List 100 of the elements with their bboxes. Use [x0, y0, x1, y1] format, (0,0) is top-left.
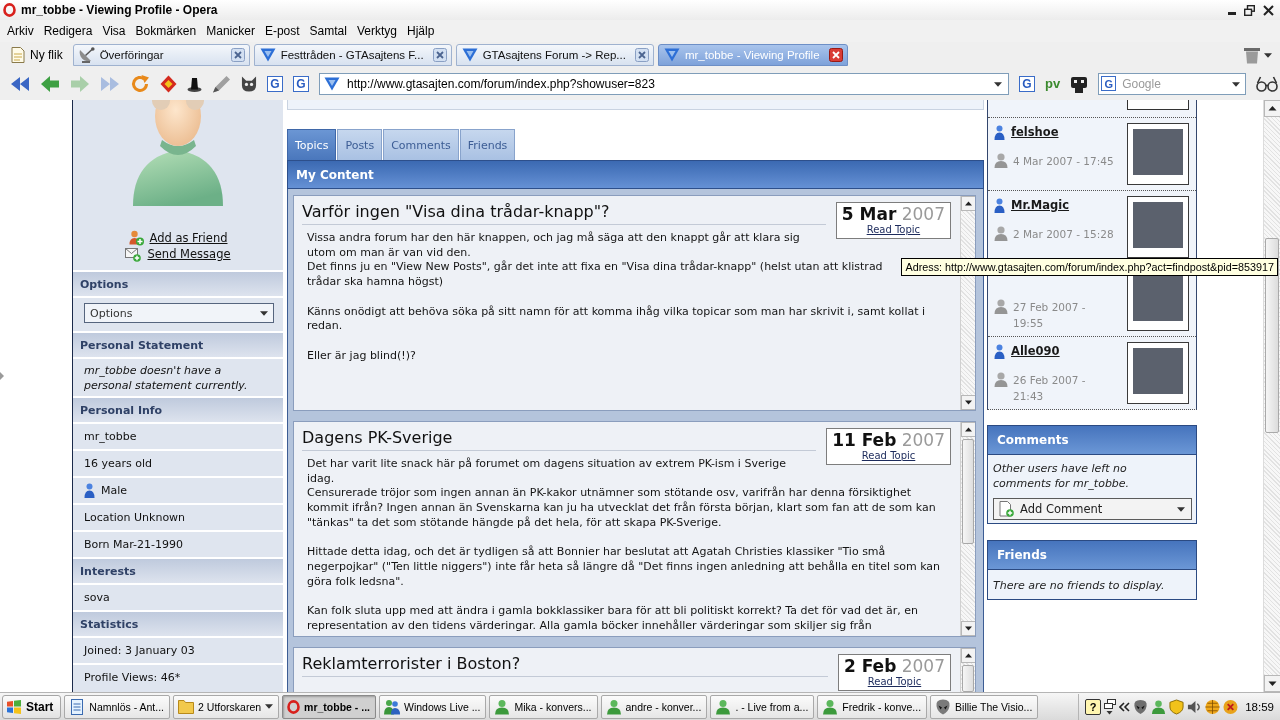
section-header: Personal Info — [73, 396, 283, 422]
shield-icon[interactable] — [1169, 698, 1185, 715]
address-field[interactable]: http://www.gtasajten.com/forum/index.php?showuser=823 — [319, 73, 1009, 95]
menu-item[interactable]: Bokmärken — [130, 22, 202, 40]
scroll-down-button[interactable] — [1264, 675, 1280, 692]
panel-header: Friends — [988, 541, 1196, 570]
pencil-icon[interactable] — [212, 75, 231, 93]
add-person-icon — [128, 230, 144, 246]
menu-item[interactable]: E-post — [259, 22, 305, 40]
satellite-dish-icon — [78, 47, 95, 63]
profile-link[interactable]: Send Message — [125, 246, 231, 262]
menu-item[interactable]: Samtal — [304, 22, 352, 40]
person-icon — [84, 483, 95, 498]
globe-icon[interactable] — [1205, 698, 1221, 715]
start-button[interactable]: Start — [2, 694, 62, 719]
menu-item[interactable]: Arkiv — [2, 22, 39, 40]
read-topic-link[interactable]: Read Topic — [843, 676, 945, 688]
content-tab[interactable]: Topics — [287, 129, 337, 160]
taskbar-button[interactable]: Windows Live ... — [379, 694, 487, 719]
read-topic-link[interactable]: Read Topic — [832, 450, 945, 462]
scroll-up-button[interactable] — [961, 422, 975, 437]
diamond-icon[interactable] — [160, 75, 177, 93]
menu-item[interactable]: Redigera — [38, 22, 98, 40]
menu-item[interactable]: Verktyg — [351, 22, 402, 40]
scroll-up-button[interactable] — [961, 648, 975, 663]
folder-icon — [178, 698, 195, 715]
warning-icon[interactable] — [1223, 698, 1239, 715]
toolbar-button[interactable]: G — [1019, 76, 1035, 92]
link-tooltip: Adress: http://www.gtasajten.com/forum/index.php?act=findpost&pid=853917 — [901, 258, 1278, 276]
toolbar-button[interactable]: pv — [1045, 76, 1061, 92]
profile-link[interactable]: Add as Friend — [128, 230, 228, 246]
post-text: Det har varit lite snack här på forumet om dagens situation av extrem PK-ism i Sverige idag. — [307, 457, 787, 486]
user-link[interactable]: Alle090 — [1011, 344, 1060, 358]
visit-date: 2 Mar 2007 - 15:28 — [1013, 227, 1115, 242]
panel-toggle-icon[interactable] — [0, 372, 4, 380]
person-icon — [994, 372, 1008, 387]
menu-item[interactable]: Visa — [97, 22, 131, 40]
menu-item[interactable]: Manicker — [201, 22, 260, 40]
triangle-icon — [324, 77, 340, 91]
toolbar-button[interactable]: G — [267, 76, 283, 92]
scrollbar[interactable] — [960, 422, 975, 636]
person-icon — [715, 698, 732, 715]
alien-face-icon — [935, 698, 952, 715]
close-icon[interactable] — [1263, 4, 1274, 16]
panel-header: Comments — [988, 426, 1196, 455]
scrollbar-thumb[interactable] — [962, 665, 974, 692]
menu-item[interactable]: Hjälp — [402, 22, 440, 40]
back-arrow-icon[interactable] — [40, 74, 60, 94]
read-topic-link[interactable]: Read Topic — [841, 224, 945, 236]
caret-icon — [265, 704, 274, 709]
content-tab[interactable]: Friends — [459, 129, 516, 160]
ring-icon — [3, 3, 16, 17]
visit-date: 26 Feb 2007 - 21:43 — [1013, 373, 1087, 404]
caret-icon[interactable] — [994, 82, 1002, 87]
content-tab[interactable]: Comments — [383, 129, 459, 160]
info-row: Joined: 3 January 03 — [73, 636, 283, 663]
robot-icon[interactable] — [1070, 75, 1089, 93]
search-engine-button[interactable]: G — [1101, 76, 1117, 91]
scrollbar[interactable] — [960, 648, 975, 692]
caret-icon[interactable] — [1264, 52, 1272, 58]
caret-icon — [1177, 506, 1185, 512]
add-comment-dropdown[interactable]: Add Comment — [993, 498, 1192, 520]
new-tab-button[interactable]: Ny flik — [8, 44, 69, 66]
stacked-windows-icon[interactable] — [1104, 698, 1117, 715]
caret-icon[interactable] — [1232, 82, 1241, 87]
scroll-down-button[interactable] — [961, 395, 975, 410]
topic-date: 5 Mar 2007 — [841, 204, 945, 224]
post-text: Censurerade tröjor som ingen annan än PK-kakor utnämner som stötande osv, varifrån har denna försiktighet kommit ifrån? Ingen annan än Svenskarna kan ju ha utvecklat det från första början, klart som fan att de som kan "tänkas" ta det som stötande hängde på det hela, för att skapa PK-Sverige. — [307, 486, 937, 531]
scroll-up-button[interactable] — [1264, 100, 1280, 117]
close-icon[interactable] — [828, 48, 843, 62]
cat-face-icon[interactable] — [241, 76, 257, 92]
scroll-up-button[interactable] — [961, 196, 975, 211]
toolbar-button[interactable]: G — [293, 76, 309, 92]
taskbar-button[interactable]: Fredrik - konve... — [817, 694, 928, 719]
taskbar-button[interactable]: 2 Utforskaren — [173, 694, 280, 719]
scrollbar-thumb[interactable] — [962, 439, 974, 544]
taskbar-button[interactable]: mr_tobbe - ... — [282, 694, 376, 719]
trash-icon[interactable] — [1243, 46, 1261, 64]
restore-icon[interactable] — [1244, 4, 1255, 16]
chevron-icon[interactable] — [1119, 701, 1131, 712]
browser-tab[interactable]: Festtråden - GTAsajtens F... — [253, 44, 452, 66]
taskbar-button[interactable]: Namnlös - Ant... — [64, 694, 171, 719]
help-button[interactable]: ? — [1085, 698, 1102, 715]
options-dropdown[interactable]: Options — [84, 303, 274, 323]
hat-icon[interactable] — [187, 76, 202, 92]
alien-face-icon[interactable] — [1133, 698, 1149, 715]
taskbar-button[interactable]: andre - konver... — [600, 694, 708, 719]
rewind-icon[interactable] — [10, 74, 30, 94]
post-text: Kan folk sluta upp med att ändra i gamla bokklassiker bara för att bli politiskt korrekt? Ta det för vad det är, en representation av den tidens värderingar. Alla gamla böcker innehåller värderingar som skiljer sig från — [307, 604, 919, 634]
taskbar-button[interactable]: Mika - konvers... — [489, 694, 598, 719]
photo-frame — [1127, 100, 1189, 110]
user-link[interactable]: Mr.Magic — [1011, 198, 1070, 212]
browser-tab[interactable]: Överföringar — [72, 44, 250, 66]
scroll-down-button[interactable] — [961, 621, 975, 636]
browser-tab[interactable]: GTAsajtens Forum -> Rep... — [455, 44, 654, 66]
taskbar-button[interactable]: . - Live from a... — [710, 694, 815, 719]
content-tab[interactable]: Posts — [337, 129, 383, 160]
taskbar-button[interactable]: Billie The Visio... — [930, 694, 1039, 719]
user-link[interactable]: felshoe — [1011, 125, 1059, 139]
glasses-icon[interactable] — [1256, 76, 1279, 92]
